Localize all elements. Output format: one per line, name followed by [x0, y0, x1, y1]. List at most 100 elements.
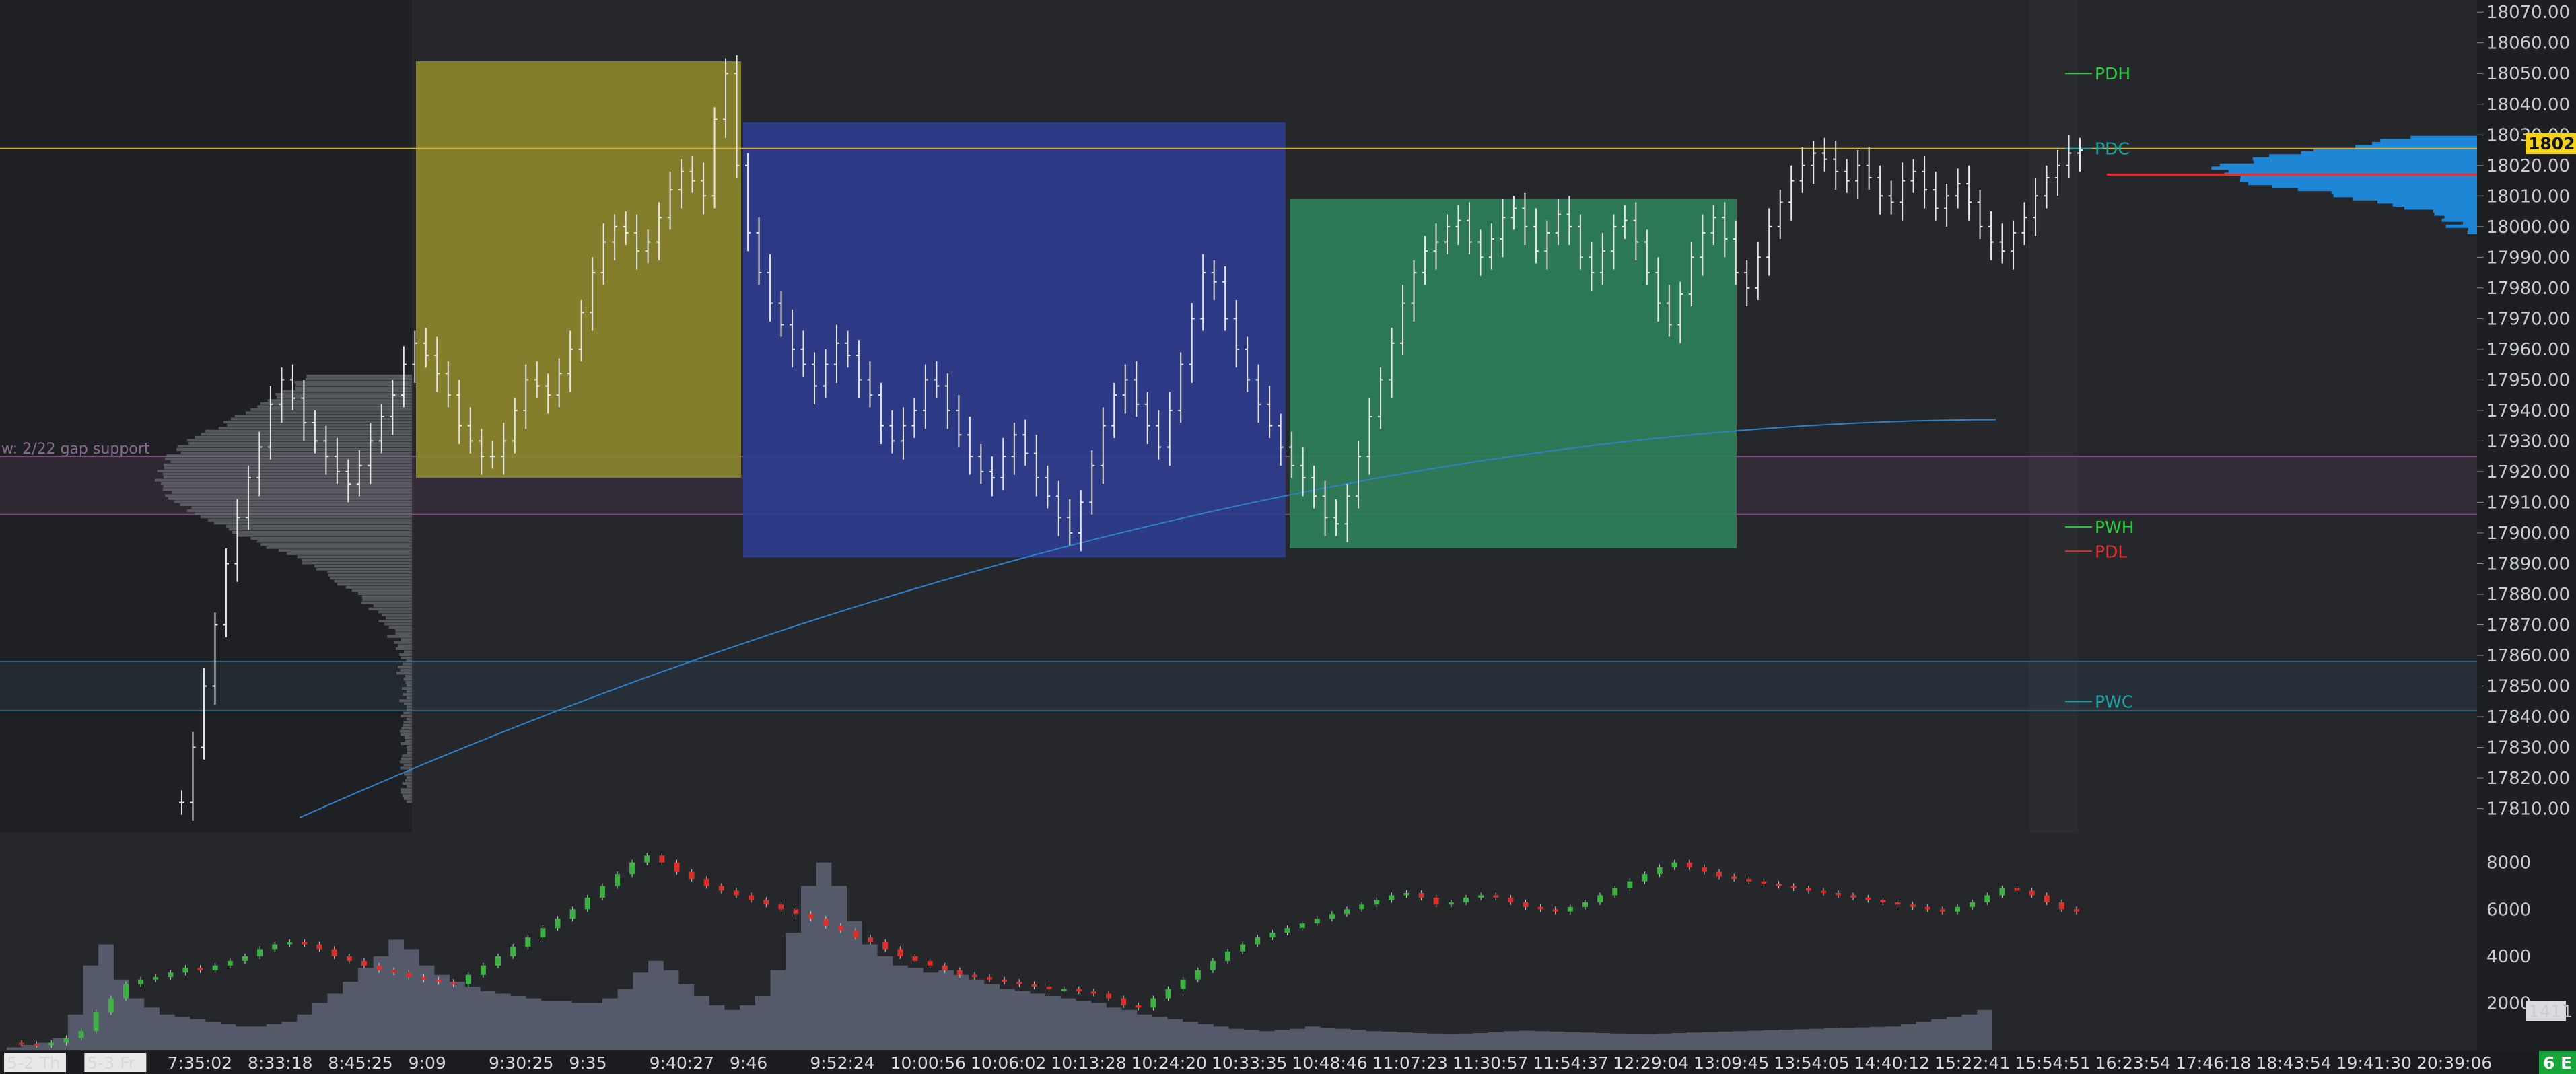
delta-candle	[1806, 888, 1811, 890]
delta-candle	[376, 966, 382, 970]
delta-candle	[1315, 919, 1320, 923]
delta-candle	[123, 985, 129, 999]
time-label: 15:54:51	[2015, 1053, 2090, 1073]
profile-bar-left	[174, 500, 412, 503]
delta-candle	[2074, 909, 2079, 911]
delta-candle	[1597, 895, 1603, 902]
profile-bar-left	[405, 736, 412, 739]
profile-bar-right	[2355, 145, 2477, 148]
delta-candle	[1403, 893, 1409, 895]
delta-candle	[1478, 895, 1484, 897]
profile-bar-right	[2463, 221, 2477, 225]
delta-candle	[1047, 987, 1052, 989]
profile-bar-left	[180, 503, 412, 506]
profile-bar-right	[2220, 164, 2477, 167]
profile-bar-left	[214, 522, 412, 524]
delta-candle	[1672, 863, 1677, 867]
level-label-pdc: PDC	[2095, 139, 2130, 159]
profile-bar-right	[2240, 179, 2477, 182]
price-tick-label: 17970.00	[2486, 309, 2570, 329]
profile-bar-right	[2229, 170, 2477, 173]
profile-bar-left	[404, 797, 412, 800]
profile-bar-left	[330, 577, 412, 579]
profile-bar-left	[161, 482, 412, 485]
delta-candle	[1329, 914, 1335, 919]
delta-candle	[555, 919, 561, 928]
profile-bar-left	[260, 402, 412, 405]
delta-candle	[1746, 879, 1751, 881]
range-zone-opening-range	[416, 61, 741, 478]
price-tick-label: 18070.00	[2486, 3, 2570, 23]
profile-bar-right	[2393, 203, 2477, 207]
delta-candle	[2015, 888, 2020, 890]
delta-candle	[1136, 1005, 1141, 1007]
profile-bar-left	[163, 472, 412, 475]
profile-bar-left	[386, 616, 412, 619]
time-label: 11:30:57	[1453, 1053, 1528, 1073]
profile-bar-left	[407, 684, 412, 687]
profile-bar-left	[316, 568, 412, 571]
profile-bar-right	[2444, 215, 2477, 219]
price-tick-label: 18060.00	[2486, 34, 2570, 54]
profile-bar-left	[295, 387, 412, 390]
profile-bar-right	[2353, 197, 2477, 201]
delta-candle	[34, 1044, 39, 1046]
price-tick-label: 17870.00	[2486, 616, 2570, 636]
time-label: 9:30:25	[489, 1053, 553, 1073]
delta-candle	[406, 972, 411, 977]
profile-bar-left	[378, 620, 412, 622]
profile-bar-left	[181, 452, 412, 454]
time-axis-labels: 5-2 Th 5-3 Fr 7:35:02 8:33:18 8:45:25 9:09 9:3…	[4, 1053, 2492, 1073]
delta-candle	[242, 956, 248, 961]
time-label: 9:35	[569, 1053, 606, 1073]
profile-bar-right	[2332, 191, 2477, 194]
profile-bar-left	[306, 378, 412, 380]
delta-candle	[704, 879, 709, 886]
profile-bar-left	[407, 709, 412, 711]
delta-candle	[228, 961, 233, 966]
delta-candle	[1002, 980, 1007, 982]
delta-candle	[1627, 882, 1632, 888]
time-label: 12:29:04	[1613, 1053, 1689, 1073]
price-tick-label: 17930.00	[2486, 431, 2570, 452]
profile-bar-left	[187, 439, 412, 441]
delta-candle	[1016, 982, 1022, 984]
delta-candle	[1344, 909, 1350, 914]
delta-candle	[689, 872, 695, 879]
delta-candle	[1434, 898, 1439, 904]
profile-bar-left	[165, 458, 412, 460]
profile-bar-left	[407, 776, 412, 779]
time-label: 10:06:02	[971, 1053, 1046, 1073]
delta-candle	[1880, 900, 1885, 902]
delta-candle	[1716, 872, 1722, 877]
time-label: 13:09:45	[1694, 1053, 1769, 1073]
delta-candle	[868, 937, 873, 942]
profile-bar-left	[165, 494, 412, 497]
profile-bar-left	[346, 586, 412, 589]
delta-candle	[1612, 888, 1617, 895]
price-tick-label: 17950.00	[2486, 370, 2570, 390]
profile-bar-right	[2301, 151, 2477, 155]
level-label-pdl: PDL	[2095, 542, 2127, 561]
delta-candle	[1150, 998, 1156, 1007]
profile-bar-right	[2269, 154, 2477, 157]
delta-candle	[1121, 998, 1126, 1005]
trading-chart[interactable]: PDH PDC PWH PDL PWC 18070.00 18060.00 18050.00…	[0, 0, 2576, 1074]
delta-candle	[1702, 867, 1707, 872]
profile-bar-left	[406, 659, 412, 662]
price-tick-label: 18010.00	[2486, 186, 2570, 207]
price-tick-label: 17810.00	[2486, 799, 2570, 820]
profile-bar-left	[328, 574, 412, 577]
delta-candle	[1061, 989, 1067, 991]
delta-candle	[48, 1043, 54, 1045]
profile-bar-right	[2435, 213, 2477, 216]
level-label-pwc: PWC	[2095, 692, 2133, 711]
delta-candle	[1687, 863, 1692, 867]
profile-bar-right	[2410, 136, 2477, 139]
price-tick-label: 18040.00	[2486, 95, 2570, 115]
profile-bar-left	[164, 476, 412, 478]
profile-bar-right	[2377, 200, 2477, 203]
delta-candle	[1582, 902, 1588, 907]
delta-candle	[853, 931, 858, 937]
delta-candle	[332, 949, 337, 956]
